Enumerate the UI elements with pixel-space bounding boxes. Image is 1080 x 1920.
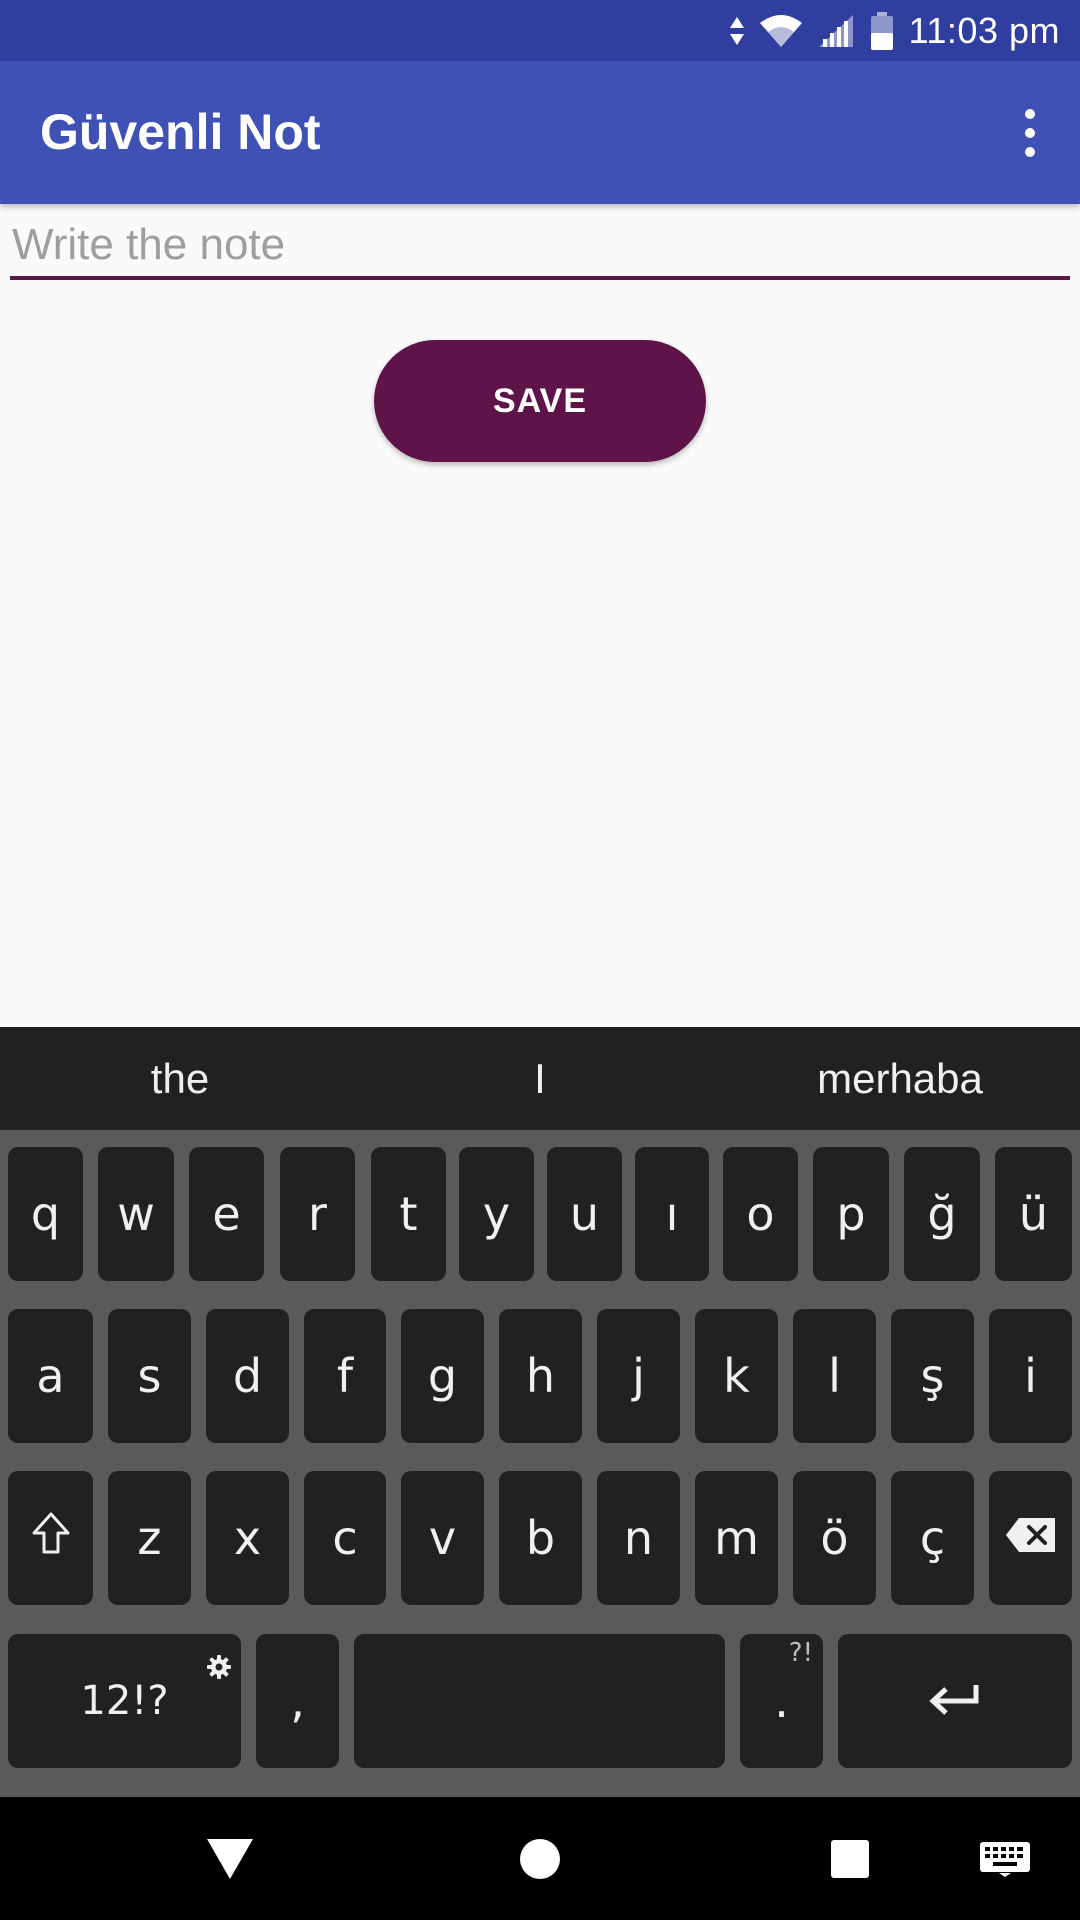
key-z[interactable]: z xyxy=(108,1471,191,1605)
keyboard-switch-icon[interactable] xyxy=(965,1797,1045,1920)
enter-icon xyxy=(928,1674,982,1728)
key-a[interactable]: a xyxy=(8,1309,93,1443)
enter-key[interactable] xyxy=(838,1634,1072,1768)
key-u[interactable]: u xyxy=(547,1147,622,1281)
key-q[interactable]: q xyxy=(8,1147,83,1281)
period-hint: ?! xyxy=(788,1638,813,1668)
key-g[interactable]: g xyxy=(401,1309,484,1443)
key-w[interactable]: w xyxy=(98,1147,174,1281)
period-label: . xyxy=(774,1674,789,1728)
key-f[interactable]: f xyxy=(304,1309,386,1443)
space-key[interactable] xyxy=(354,1634,725,1768)
period-key[interactable]: . ?! xyxy=(740,1634,823,1768)
suggestion-strip: the I merhaba xyxy=(0,1027,1080,1130)
suggestion-1[interactable]: the xyxy=(0,1027,360,1130)
recents-icon[interactable] xyxy=(810,1797,890,1920)
key-h[interactable]: h xyxy=(499,1309,582,1443)
backspace-key[interactable] xyxy=(989,1471,1072,1605)
key-d[interactable]: d xyxy=(206,1309,289,1443)
key-y[interactable]: y xyxy=(459,1147,534,1281)
cell-signal-icon xyxy=(817,13,855,49)
key-i[interactable]: i xyxy=(989,1309,1072,1443)
shift-key[interactable] xyxy=(8,1471,93,1605)
save-button[interactable]: SAVE xyxy=(374,340,706,462)
key-c-cedilla[interactable]: ç xyxy=(891,1471,974,1605)
key-b[interactable]: b xyxy=(499,1471,582,1605)
status-time: 11:03 pm xyxy=(908,9,1060,51)
overflow-menu-icon[interactable] xyxy=(1000,97,1060,169)
home-icon[interactable] xyxy=(500,1797,580,1920)
symbols-key[interactable]: 12!? xyxy=(8,1634,241,1768)
navigation-bar xyxy=(0,1797,1080,1920)
key-o-umlaut[interactable]: ö xyxy=(793,1471,876,1605)
app-bar: Güvenli Not xyxy=(0,61,1080,204)
key-k[interactable]: k xyxy=(695,1309,778,1443)
key-u-umlaut[interactable]: ü xyxy=(995,1147,1072,1281)
data-arrows-icon xyxy=(729,16,745,46)
gear-icon xyxy=(205,1638,233,1692)
key-e[interactable]: e xyxy=(189,1147,264,1281)
comma-key[interactable]: , xyxy=(256,1634,339,1768)
back-icon[interactable] xyxy=(190,1797,270,1920)
key-t[interactable]: t xyxy=(371,1147,446,1281)
app-title: Güvenli Not xyxy=(40,104,321,160)
key-s[interactable]: s xyxy=(108,1309,191,1443)
key-m[interactable]: m xyxy=(695,1471,778,1605)
key-r[interactable]: r xyxy=(280,1147,355,1281)
key-l[interactable]: l xyxy=(793,1309,876,1443)
suggestion-3[interactable]: merhaba xyxy=(720,1027,1080,1130)
key-p[interactable]: p xyxy=(813,1147,889,1281)
backspace-icon xyxy=(1005,1511,1057,1565)
key-o[interactable]: o xyxy=(723,1147,798,1281)
key-dotless-i[interactable]: ı xyxy=(635,1147,709,1281)
wifi-icon xyxy=(759,13,803,49)
key-n[interactable]: n xyxy=(597,1471,680,1605)
key-s-cedilla[interactable]: ş xyxy=(891,1309,974,1443)
note-input[interactable] xyxy=(10,210,1070,280)
key-v[interactable]: v xyxy=(401,1471,484,1605)
suggestion-2[interactable]: I xyxy=(360,1027,720,1130)
symbols-label: 12!? xyxy=(80,1678,169,1724)
key-g-breve[interactable]: ğ xyxy=(904,1147,980,1281)
battery-icon xyxy=(869,11,895,51)
status-bar: 11:03 pm xyxy=(0,0,1080,61)
key-j[interactable]: j xyxy=(597,1309,680,1443)
soft-keyboard: the I merhaba q w e r t y u ı o p ğ ü a … xyxy=(0,1027,1080,1797)
key-c[interactable]: c xyxy=(304,1471,386,1605)
key-x[interactable]: x xyxy=(206,1471,289,1605)
shift-icon xyxy=(31,1511,71,1566)
